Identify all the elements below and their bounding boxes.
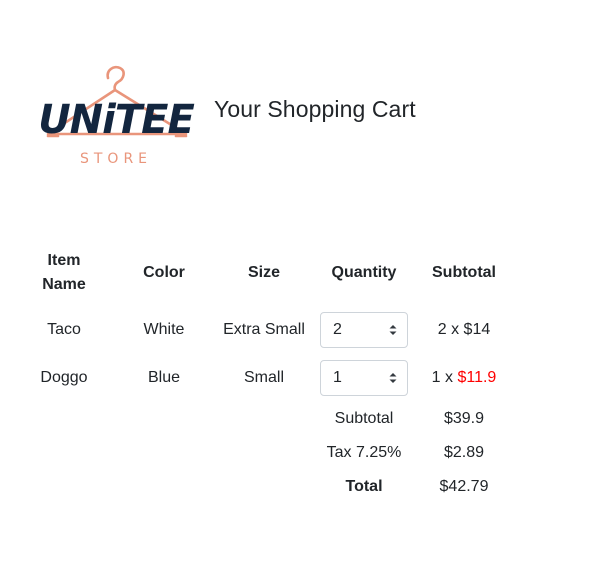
quantity-value: 2 bbox=[333, 321, 342, 338]
header-quantity: Quantity bbox=[331, 264, 397, 281]
up-down-chevron-icon bbox=[389, 372, 397, 384]
up-down-chevron-icon bbox=[389, 324, 397, 336]
header: UNiTEE STORE Your Shopping Cart bbox=[34, 62, 416, 170]
page-title: Your Shopping Cart bbox=[214, 95, 416, 122]
header-size: Size bbox=[247, 264, 280, 281]
summary-subtotal-label: Subtotal bbox=[334, 410, 394, 427]
unitee-store-logo: UNiTEE STORE bbox=[38, 65, 195, 167]
item-name: Taco bbox=[47, 321, 81, 338]
item-color: Blue bbox=[147, 369, 181, 386]
item-price-sale: $11.9 bbox=[457, 369, 497, 386]
item-subtotal: 1 x $11.9 bbox=[431, 369, 497, 386]
summary-tax-label: Tax 7.25% bbox=[326, 444, 402, 461]
summary-total-row: Total $42.79 bbox=[14, 470, 514, 504]
header-color: Color bbox=[143, 264, 185, 281]
header-item-name: Item Name bbox=[42, 252, 86, 293]
summary-tax-row: Tax 7.25% $2.89 bbox=[14, 436, 514, 470]
logo-wordmark: UNiTEE bbox=[38, 97, 194, 143]
summary-total-value: $42.79 bbox=[439, 478, 489, 495]
item-quantity-cell: 1 bbox=[314, 354, 414, 402]
summary-tax-value: $2.89 bbox=[443, 444, 485, 461]
quantity-value: 1 bbox=[333, 369, 342, 386]
summary-subtotal-value: $39.9 bbox=[443, 410, 485, 427]
table-header-row: Item Name Color Size Quantity Subtotal bbox=[14, 246, 514, 300]
summary-subtotal-row: Subtotal $39.9 bbox=[14, 402, 514, 436]
cart-table: Item Name Color Size Quantity Subtotal T… bbox=[14, 246, 514, 504]
item-size: Small bbox=[243, 369, 284, 386]
item-price: $14 bbox=[463, 321, 491, 338]
item-size: Extra Small bbox=[223, 321, 305, 338]
item-name: Doggo bbox=[40, 369, 88, 386]
quantity-select[interactable]: 2 bbox=[320, 312, 408, 348]
quantity-select[interactable]: 1 bbox=[320, 360, 408, 396]
item-color: White bbox=[143, 321, 185, 338]
table-row: Doggo Blue Small 1 1 x $11.9 bbox=[14, 354, 514, 402]
item-quantity-cell: 2 bbox=[314, 306, 414, 354]
item-subtotal: 2 x $14 bbox=[437, 321, 491, 338]
logo-subword: STORE bbox=[80, 151, 152, 167]
summary-total-label: Total bbox=[345, 478, 383, 495]
header-subtotal: Subtotal bbox=[432, 264, 496, 281]
table-row: Taco White Extra Small 2 2 x $14 bbox=[14, 306, 514, 354]
